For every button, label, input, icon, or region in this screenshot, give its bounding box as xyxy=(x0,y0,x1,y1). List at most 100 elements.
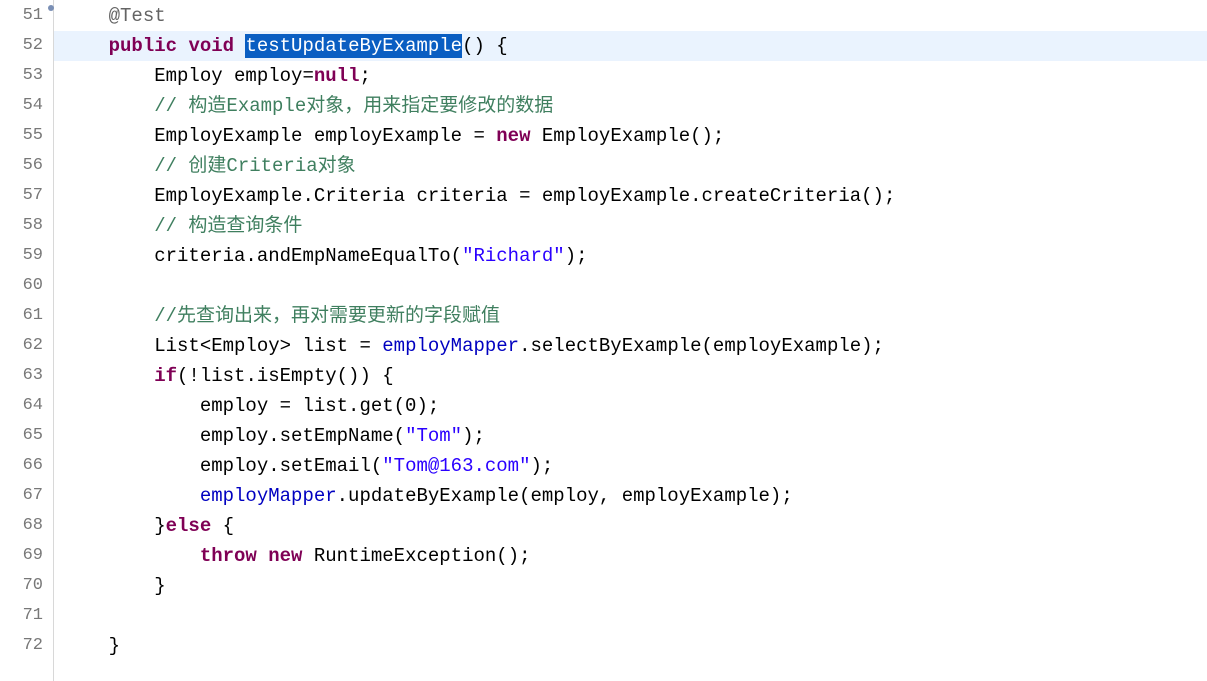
code-token xyxy=(177,35,188,57)
line-number: 59 xyxy=(0,241,53,271)
indent xyxy=(63,215,154,237)
code-line[interactable]: //先查询出来，再对需要更新的字段赋值 xyxy=(63,301,1207,331)
code-token: @Test xyxy=(109,5,166,27)
code-token: "Richard" xyxy=(462,245,565,267)
code-token: employMapper xyxy=(200,485,337,507)
code-token: "Tom@163.com" xyxy=(382,455,530,477)
indent xyxy=(63,5,109,27)
code-token: () { xyxy=(462,35,508,57)
code-token: EmployExample employExample = xyxy=(154,125,496,147)
code-line[interactable]: // 构造查询条件 xyxy=(63,211,1207,241)
code-token: .updateByExample(employ, employExample); xyxy=(337,485,793,507)
line-number: 65 xyxy=(0,421,53,451)
code-line[interactable]: EmployExample.Criteria criteria = employ… xyxy=(63,181,1207,211)
code-line[interactable]: employ.setEmail("Tom@163.com"); xyxy=(63,451,1207,481)
line-number-gutter: 5152535455565758596061626364656667686970… xyxy=(0,0,54,681)
indent xyxy=(63,485,200,507)
line-number: 58 xyxy=(0,211,53,241)
code-token: ); xyxy=(462,425,485,447)
code-token: (!list.isEmpty()) { xyxy=(177,365,394,387)
code-line[interactable]: employ = list.get(0); xyxy=(63,391,1207,421)
code-token: new xyxy=(268,545,302,567)
line-number: 72 xyxy=(0,631,53,661)
line-number: 64 xyxy=(0,391,53,421)
line-number: 67 xyxy=(0,481,53,511)
code-token: List<Employ> list = xyxy=(154,335,382,357)
code-token xyxy=(257,545,268,567)
code-line[interactable]: } xyxy=(63,571,1207,601)
indent xyxy=(63,185,154,207)
code-token: ); xyxy=(565,245,588,267)
code-line[interactable]: Employ employ=null; xyxy=(63,61,1207,91)
code-line[interactable]: @Test xyxy=(63,1,1207,31)
code-line[interactable]: // 创建Criteria对象 xyxy=(63,151,1207,181)
code-token: if xyxy=(154,365,177,387)
line-number: 62 xyxy=(0,331,53,361)
indent xyxy=(63,155,154,177)
code-token: criteria.andEmpNameEqualTo( xyxy=(154,245,462,267)
indent xyxy=(63,365,154,387)
indent xyxy=(63,65,154,87)
code-area[interactable]: @Test public void testUpdateByExample() … xyxy=(54,0,1207,681)
code-line[interactable]: List<Employ> list = employMapper.selectB… xyxy=(63,331,1207,361)
code-token: // 构造Example对象，用来指定要修改的数据 xyxy=(154,95,553,117)
code-line[interactable]: criteria.andEmpNameEqualTo("Richard"); xyxy=(63,241,1207,271)
indent xyxy=(63,125,154,147)
line-number: 52 xyxy=(0,31,53,61)
indent xyxy=(63,95,154,117)
code-line[interactable]: }else { xyxy=(63,511,1207,541)
code-token: } xyxy=(109,635,120,657)
line-number: 55 xyxy=(0,121,53,151)
indent xyxy=(63,605,154,627)
code-token: // 创建Criteria对象 xyxy=(154,155,355,177)
line-number: 61 xyxy=(0,301,53,331)
line-number: 71 xyxy=(0,601,53,631)
line-number: 70 xyxy=(0,571,53,601)
code-token: } xyxy=(154,515,165,537)
code-line[interactable] xyxy=(63,601,1207,631)
code-token: employMapper xyxy=(382,335,519,357)
indent xyxy=(63,515,154,537)
code-token: employ.setEmail( xyxy=(200,455,382,477)
line-number: 68 xyxy=(0,511,53,541)
line-number: 56 xyxy=(0,151,53,181)
code-line[interactable]: employ.setEmpName("Tom"); xyxy=(63,421,1207,451)
code-token: "Tom" xyxy=(405,425,462,447)
indent xyxy=(63,395,200,417)
code-editor[interactable]: 5152535455565758596061626364656667686970… xyxy=(0,0,1207,681)
code-token: // 构造查询条件 xyxy=(154,215,302,237)
indent xyxy=(63,35,109,57)
code-line[interactable]: throw new RuntimeException(); xyxy=(63,541,1207,571)
code-token xyxy=(234,35,245,57)
code-token: Employ employ= xyxy=(154,65,314,87)
code-token: { xyxy=(211,515,234,537)
code-token: employ.setEmpName( xyxy=(200,425,405,447)
code-token: employ = list.get(0); xyxy=(200,395,439,417)
indent xyxy=(63,275,154,297)
code-token: ); xyxy=(531,455,554,477)
line-number: 53 xyxy=(0,61,53,91)
code-line[interactable] xyxy=(63,271,1207,301)
code-line[interactable]: EmployExample employExample = new Employ… xyxy=(63,121,1207,151)
code-token: public xyxy=(109,35,177,57)
indent xyxy=(63,575,154,597)
code-token: null xyxy=(314,65,360,87)
indent xyxy=(63,425,200,447)
indent xyxy=(63,635,109,657)
code-line[interactable]: employMapper.updateByExample(employ, emp… xyxy=(63,481,1207,511)
code-token: EmployExample(); xyxy=(531,125,725,147)
code-line[interactable]: if(!list.isEmpty()) { xyxy=(63,361,1207,391)
line-number: 66 xyxy=(0,451,53,481)
code-line[interactable]: // 构造Example对象，用来指定要修改的数据 xyxy=(63,91,1207,121)
indent xyxy=(63,545,200,567)
line-number: 57 xyxy=(0,181,53,211)
selected-text: testUpdateByExample xyxy=(245,34,462,58)
code-token: throw xyxy=(200,545,257,567)
indent xyxy=(63,335,154,357)
line-number: 63 xyxy=(0,361,53,391)
line-number: 69 xyxy=(0,541,53,571)
code-token: //先查询出来，再对需要更新的字段赋值 xyxy=(154,305,500,327)
code-line[interactable]: } xyxy=(63,631,1207,661)
code-token: RuntimeException(); xyxy=(302,545,530,567)
code-line[interactable]: public void testUpdateByExample() { xyxy=(54,31,1207,61)
